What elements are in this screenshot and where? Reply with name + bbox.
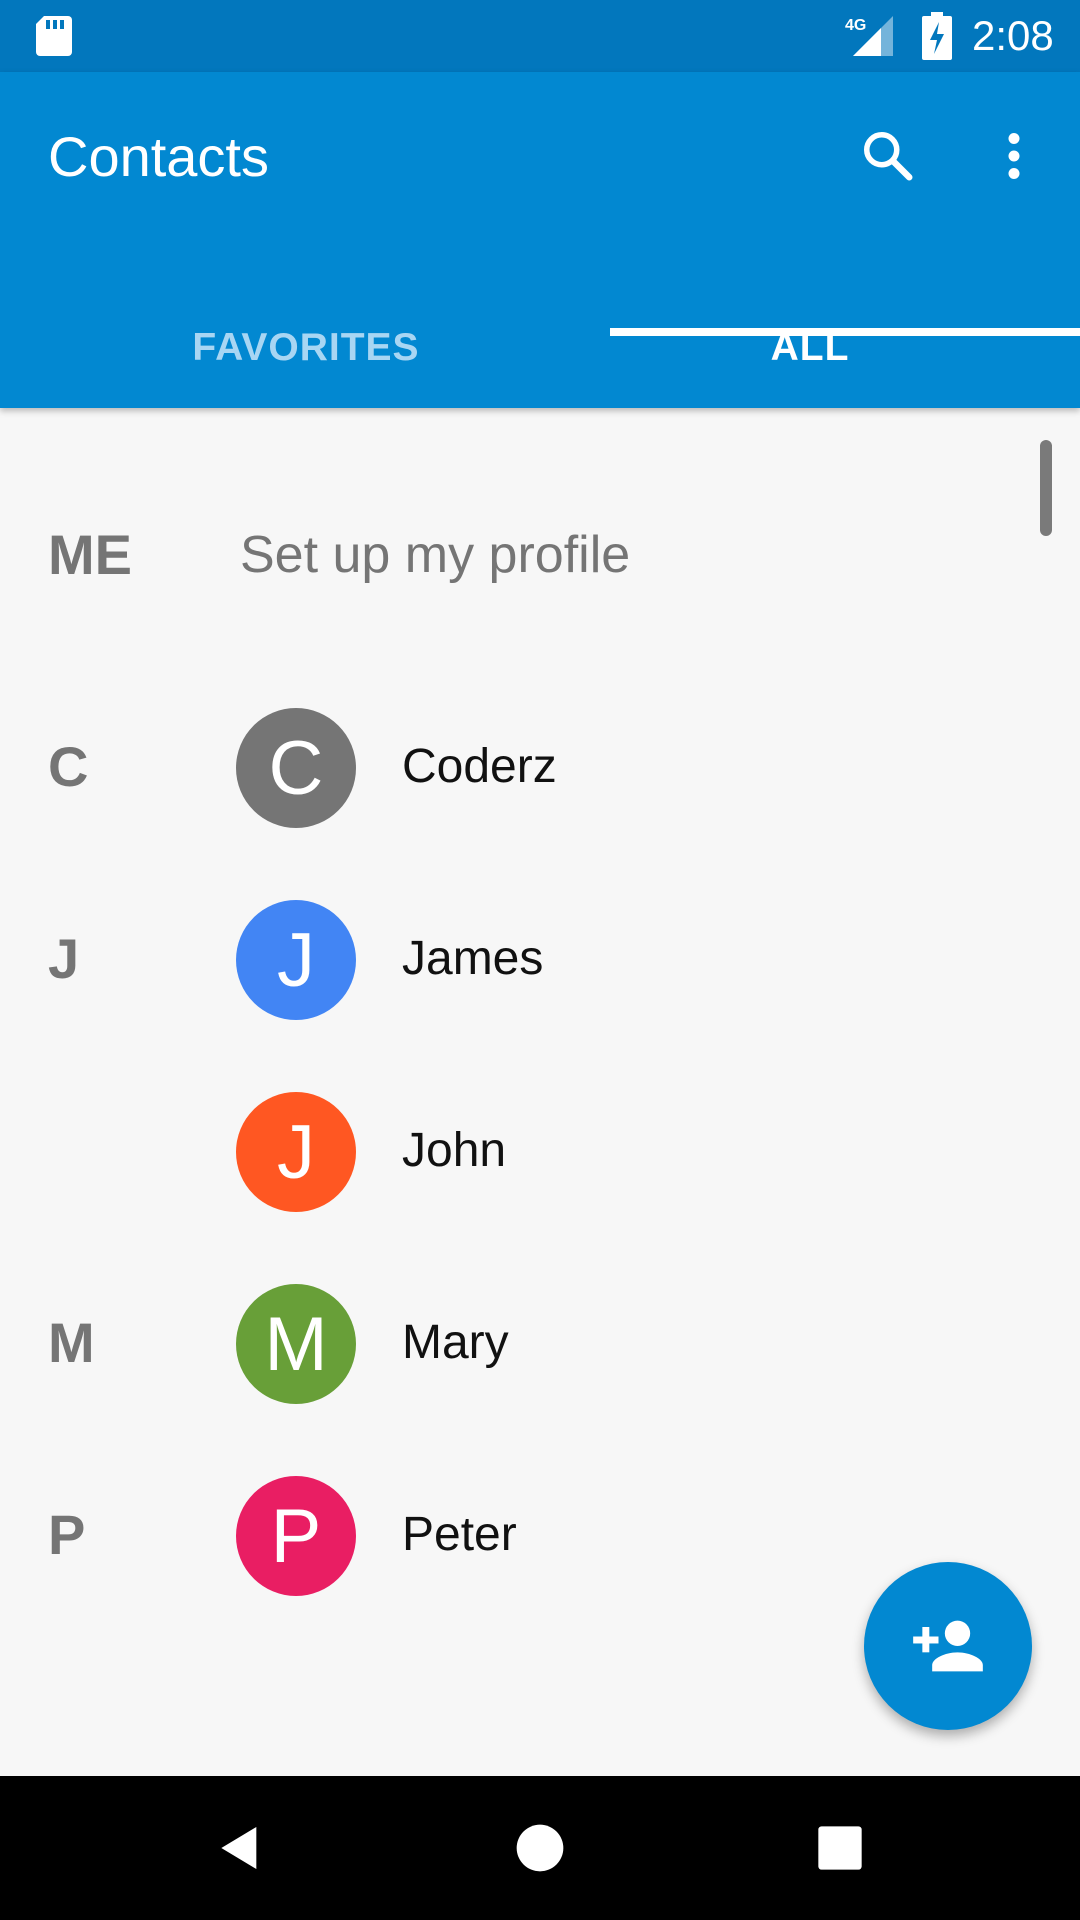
sd-card-icon xyxy=(36,16,72,56)
section-letter: J xyxy=(48,927,80,990)
page-title: Contacts xyxy=(48,125,269,188)
back-button[interactable] xyxy=(204,1812,276,1884)
home-button[interactable] xyxy=(504,1812,576,1884)
avatar: P xyxy=(236,1476,356,1596)
section-letter-me: ME xyxy=(48,523,132,586)
tab-favorites[interactable]: FAVORITES xyxy=(66,288,546,408)
app-bar: Contacts FAVORITES ALL xyxy=(0,72,1080,408)
clock: 2:08 xyxy=(972,12,1054,59)
avatar: J xyxy=(236,900,356,1020)
add-contact-button[interactable] xyxy=(864,1562,1032,1730)
navigation-bar xyxy=(0,1776,1080,1920)
signal-icon: 4G xyxy=(845,16,893,56)
contact-name: John xyxy=(402,1124,507,1177)
status-bar: 4G 2:08 xyxy=(0,0,1080,72)
search-icon xyxy=(864,132,913,181)
contact-row-mary[interactable]: M M Mary xyxy=(0,1248,1080,1440)
add-person-icon xyxy=(913,1620,983,1672)
tab-bar: FAVORITES ALL xyxy=(0,288,1080,408)
avatar: M xyxy=(236,1284,356,1404)
search-button[interactable] xyxy=(852,120,924,192)
contact-name: Peter xyxy=(402,1508,517,1561)
avatar: J xyxy=(236,1092,356,1212)
back-icon xyxy=(221,1827,257,1869)
contact-name: Coderz xyxy=(402,740,557,793)
more-options-button[interactable] xyxy=(978,120,1050,192)
tab-indicator xyxy=(610,328,1080,336)
section-letter: C xyxy=(48,735,89,798)
tab-all[interactable]: ALL xyxy=(540,288,1080,408)
network-type-label: 4G xyxy=(845,17,866,34)
avatar: C xyxy=(236,708,356,828)
battery-charging-icon xyxy=(922,12,952,60)
more-vert-icon xyxy=(1008,133,1020,179)
recent-apps-icon xyxy=(818,1826,862,1870)
section-letter: P xyxy=(48,1503,86,1566)
contact-row-john[interactable]: J John xyxy=(0,1056,1080,1248)
home-icon xyxy=(516,1824,564,1872)
contact-row-james[interactable]: J J James xyxy=(0,864,1080,1056)
scrollbar[interactable] xyxy=(1040,440,1052,536)
contact-row-coderz[interactable]: C C Coderz xyxy=(0,672,1080,864)
recent-apps-button[interactable] xyxy=(804,1812,876,1884)
contact-name: James xyxy=(402,932,544,985)
contact-name: Mary xyxy=(402,1316,509,1369)
setup-profile-item[interactable]: Set up my profile xyxy=(240,520,630,590)
section-letter: M xyxy=(48,1311,95,1374)
